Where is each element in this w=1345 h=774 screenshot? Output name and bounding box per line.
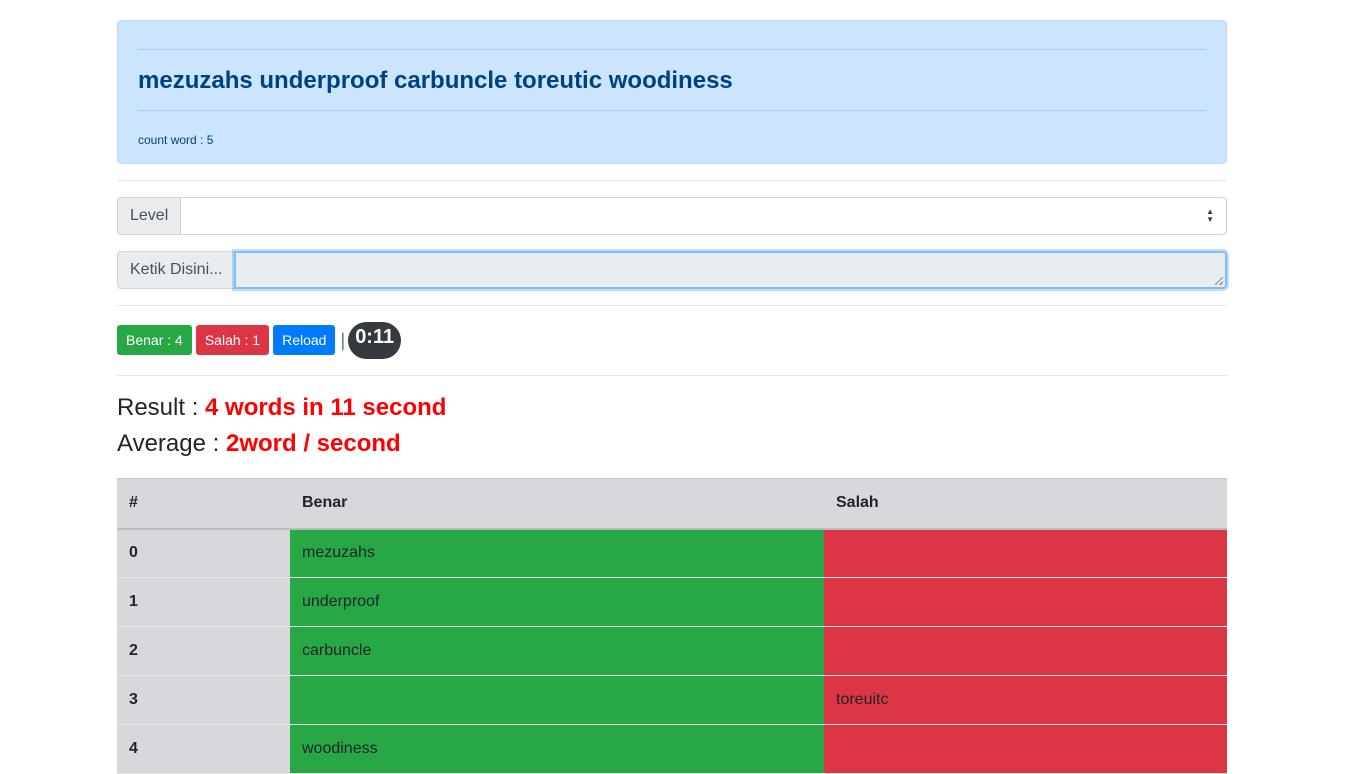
row-index: 0 bbox=[117, 528, 290, 578]
level-label: Level bbox=[117, 197, 181, 235]
table-row: 1 underproof bbox=[117, 577, 1227, 627]
salah-cell: toreuitc bbox=[824, 675, 1227, 725]
result-section: Result : 4 words in 11 second Average : … bbox=[117, 390, 1227, 462]
benar-cell: woodiness bbox=[290, 724, 824, 774]
typing-label: Ketik Disini... bbox=[117, 251, 235, 289]
word-count: count word : 5 bbox=[138, 133, 1206, 147]
benar-cell: mezuzahs bbox=[290, 528, 824, 578]
word-count-value: 5 bbox=[206, 133, 214, 147]
benar-cell: underproof bbox=[290, 577, 824, 627]
reload-button[interactable]: Reload bbox=[273, 325, 336, 355]
row-index: 3 bbox=[117, 675, 290, 725]
alert-divider-bottom bbox=[138, 110, 1206, 111]
table-row: 2 carbuncle bbox=[117, 626, 1227, 676]
score-toolbar: Benar : 4 Salah : 1 Reload | 0:11 bbox=[117, 321, 1227, 359]
row-index: 1 bbox=[117, 577, 290, 627]
select-arrows-icon: ▲ ▼ bbox=[1206, 207, 1214, 224]
table-row: 4 woodiness bbox=[117, 724, 1227, 774]
column-header-benar: Benar bbox=[290, 478, 824, 530]
benar-cell bbox=[290, 675, 824, 725]
divider bbox=[117, 375, 1227, 376]
column-header-index: # bbox=[117, 478, 290, 530]
salah-cell bbox=[824, 577, 1227, 627]
divider bbox=[117, 305, 1227, 306]
row-index: 2 bbox=[117, 626, 290, 676]
resize-grip-icon[interactable] bbox=[1215, 277, 1223, 285]
typing-group: Ketik Disini... bbox=[117, 251, 1227, 289]
divider bbox=[117, 180, 1227, 181]
word-count-label: count word : bbox=[138, 133, 207, 147]
salah-cell bbox=[824, 626, 1227, 676]
salah-cell bbox=[824, 724, 1227, 774]
average-value: 2word / second bbox=[225, 430, 401, 457]
average-label: Average : bbox=[117, 430, 226, 457]
separator: | bbox=[340, 329, 346, 350]
timer-badge: 0:11 bbox=[348, 321, 402, 359]
table-row: 3 toreuitc bbox=[117, 675, 1227, 725]
result-line: Result : 4 words in 11 second bbox=[117, 390, 1227, 426]
benar-cell: carbuncle bbox=[290, 626, 824, 676]
average-line: Average : 2word / second bbox=[117, 426, 1227, 462]
row-index: 4 bbox=[117, 724, 290, 774]
benar-count-button[interactable]: Benar : 4 bbox=[117, 325, 192, 355]
sentence-alert: mezuzahs underproof carbuncle toreutic w… bbox=[117, 20, 1227, 164]
main-container: mezuzahs underproof carbuncle toreutic w… bbox=[117, 20, 1227, 774]
results-table: # Benar Salah 0 mezuzahs 1 underproof 2 … bbox=[117, 478, 1227, 774]
table-header-row: # Benar Salah bbox=[117, 478, 1227, 530]
salah-count-button[interactable]: Salah : 1 bbox=[195, 325, 270, 355]
column-header-salah: Salah bbox=[824, 478, 1227, 530]
level-group: Level ▲ ▼ bbox=[117, 197, 1227, 235]
result-label: Result : bbox=[117, 394, 206, 421]
result-value: 4 words in 11 second bbox=[205, 394, 447, 421]
salah-cell bbox=[824, 528, 1227, 578]
target-sentence: mezuzahs underproof carbuncle toreutic w… bbox=[138, 67, 733, 94]
table-row: 0 mezuzahs bbox=[117, 528, 1227, 578]
typing-textarea[interactable] bbox=[234, 251, 1227, 289]
level-select[interactable]: ▲ ▼ bbox=[180, 197, 1227, 235]
